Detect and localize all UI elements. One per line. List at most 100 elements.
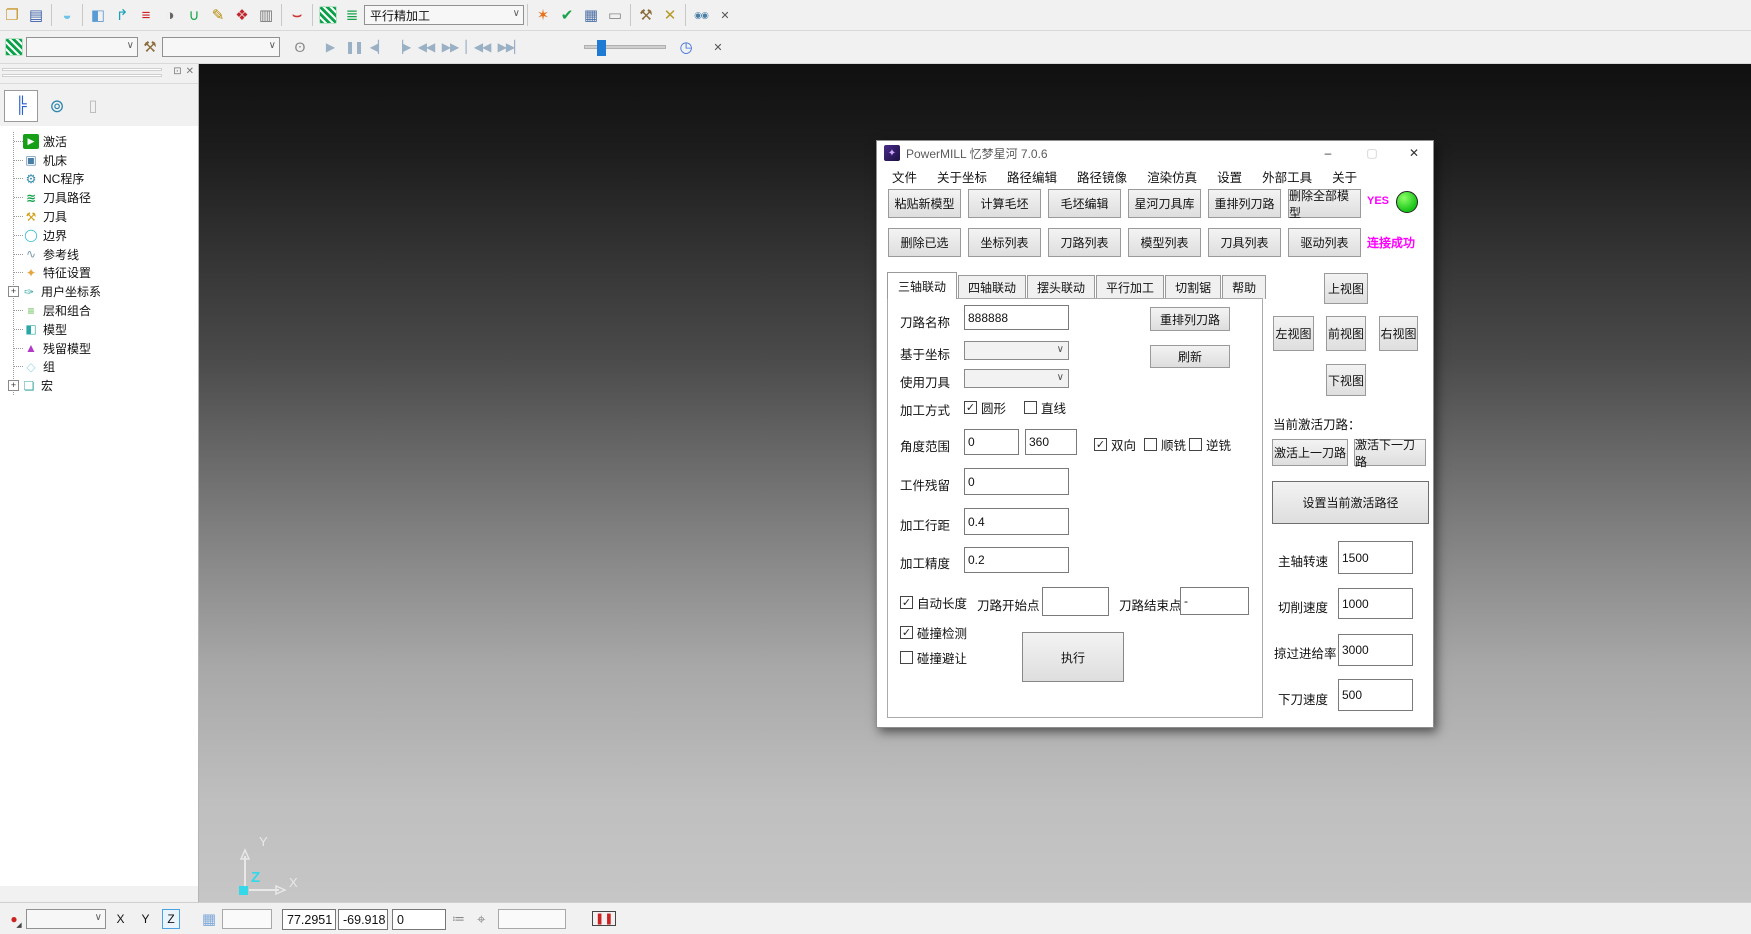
tree-item-feature-sets[interactable]: ✦特征设置	[14, 264, 198, 283]
strategy-dropdown[interactable]: 平行精加工 ∨	[364, 5, 524, 25]
coord-list-button[interactable]: 坐标列表	[968, 228, 1041, 257]
tab-parallel[interactable]: 平行加工	[1096, 275, 1164, 299]
angle-to-input[interactable]: 360	[1025, 429, 1077, 455]
rapid-heights-icon[interactable]: ≡	[134, 3, 158, 27]
checkbox-box[interactable]: ✓	[1094, 438, 1107, 451]
toolbar-close-icon[interactable]: ✕	[713, 3, 737, 27]
tolerance-input[interactable]: 0.2	[964, 547, 1069, 573]
both-direction-checkbox[interactable]: ✓ 双向	[1094, 435, 1136, 454]
step-forward-icon[interactable]: ▕▶	[390, 35, 414, 59]
set-active-path-button[interactable]: 设置当前激活路径	[1272, 481, 1429, 524]
tree-item-levels-sets[interactable]: ≡层和组合	[14, 301, 198, 320]
panel-header[interactable]: ⊡ ✕	[0, 64, 198, 84]
statusbar-dropdown[interactable]: ∨	[26, 909, 106, 929]
auto-length-checkbox[interactable]: ✓ 自动长度	[900, 593, 967, 612]
expand-icon[interactable]: +	[8, 286, 19, 297]
tool-holder-icon[interactable]: ▥	[254, 3, 278, 27]
block-icon[interactable]: ◧	[86, 3, 110, 27]
tab-explorer-world[interactable]: ⊚	[40, 90, 74, 122]
conventional-mill-checkbox[interactable]: 逆铣	[1189, 435, 1231, 454]
menu-external-tools[interactable]: 外部工具	[1252, 167, 1322, 186]
highlight-bulb-icon[interactable]: ʘ	[288, 35, 312, 59]
toolpath-name-input[interactable]: 888888	[964, 305, 1069, 330]
checkbox-box[interactable]: ✓	[900, 596, 913, 609]
view-front-button[interactable]: 前视图	[1326, 316, 1366, 351]
angle-from-input[interactable]: 0	[964, 429, 1019, 455]
tab-saw[interactable]: 切割锯	[1165, 275, 1221, 299]
menu-coordinates[interactable]: 关于坐标	[927, 167, 997, 186]
checkbox-box[interactable]	[1189, 438, 1202, 451]
circular-checkbox[interactable]: ✓ 圆形	[964, 398, 1006, 417]
axis-y-button[interactable]: Y	[137, 909, 154, 929]
block-edit-button[interactable]: 毛坯编辑	[1048, 189, 1121, 218]
reorder-toolpaths-button[interactable]: 重排列刀路	[1208, 189, 1281, 218]
leads-links-icon[interactable]: ∪	[182, 3, 206, 27]
line-checkbox[interactable]: 直线	[1024, 398, 1066, 417]
measure-icon[interactable]: ▭	[603, 3, 627, 27]
pattern-points-icon[interactable]: ❖	[230, 3, 254, 27]
refresh-button[interactable]: 刷新	[1150, 345, 1230, 368]
tree-item-models[interactable]: ◧模型	[14, 320, 198, 339]
panel-pin-icon[interactable]: ⊡	[173, 66, 181, 77]
slider-handle[interactable]	[597, 40, 606, 56]
tablet-pause-icon[interactable]: ❚❚	[592, 911, 616, 926]
view-top-button[interactable]: 上视图	[1324, 273, 1368, 304]
delete-all-models-button[interactable]: 删除全部模型	[1288, 189, 1361, 218]
workplane-field[interactable]	[498, 909, 566, 929]
menu-render-sim[interactable]: 渲染仿真	[1137, 167, 1207, 186]
start-point-icon[interactable]: ◑	[158, 3, 182, 27]
grid-size-field[interactable]	[222, 909, 272, 929]
view-left-button[interactable]: 左视图	[1273, 316, 1314, 351]
climb-mill-checkbox[interactable]: 顺铣	[1144, 435, 1186, 454]
checkbox-box[interactable]	[1024, 401, 1037, 414]
toolpath-list-button[interactable]: 刀路列表	[1048, 228, 1121, 257]
calculator-icon[interactable]: ▦	[579, 3, 603, 27]
paste-new-model-button[interactable]: 粘贴新模型	[888, 189, 961, 218]
workplane-locator-icon[interactable]: ⌖	[477, 911, 485, 928]
axis-z-button[interactable]: Z	[162, 909, 180, 929]
tab-help[interactable]: 帮助	[1222, 275, 1266, 299]
tree-item-tools[interactable]: ⚒刀具	[14, 207, 198, 226]
tab-4axis[interactable]: 四轴联动	[958, 275, 1026, 299]
collision-avoid-checkbox[interactable]: 碰撞避让	[900, 648, 967, 667]
toolpath-logo-icon[interactable]	[316, 3, 340, 27]
minimize-button[interactable]: –	[1313, 141, 1343, 165]
tree-item-nc-programs[interactable]: ⚙NC程序	[14, 170, 198, 189]
tab-tilt-head[interactable]: 摆头联动	[1027, 275, 1095, 299]
tree-item-patterns[interactable]: ∿参考线	[14, 245, 198, 264]
spindle-speed-input[interactable]: 1500	[1338, 541, 1413, 574]
menu-path-edit[interactable]: 路径编辑	[997, 167, 1067, 186]
clock-icon[interactable]: ◷	[674, 35, 698, 59]
view-right-button[interactable]: 右视图	[1379, 316, 1418, 351]
viewmill-cylinders-icon[interactable]: ◉◉	[689, 3, 713, 27]
edit-toolpath-icon[interactable]: ✎	[206, 3, 230, 27]
pause-icon[interactable]: ❚❚	[342, 35, 366, 59]
tree-item-machine-tool[interactable]: ▣机床	[14, 151, 198, 170]
tree-item-groups[interactable]: ◇组	[14, 358, 198, 377]
axis-x-button[interactable]: X	[112, 909, 129, 929]
menu-file[interactable]: 文件	[882, 167, 927, 186]
checkbox-box[interactable]: ✓	[964, 401, 977, 414]
open-project-icon[interactable]: ❐	[0, 3, 24, 27]
tab-explorer-tree[interactable]: ╠	[4, 90, 38, 122]
menu-settings[interactable]: 设置	[1207, 167, 1252, 186]
simulation-speed-slider[interactable]	[584, 45, 666, 49]
xyz-list-icon[interactable]: ≔	[452, 911, 465, 927]
go-to-end-icon[interactable]: ▶▶▏	[494, 35, 526, 59]
collision-check-checkbox[interactable]: ✓ 碰撞检测	[900, 623, 967, 642]
use-tool-dropdown[interactable]: ∨	[964, 369, 1069, 388]
cutting-feed-input[interactable]: 1000	[1338, 588, 1413, 619]
reorder-toolpath-button[interactable]: 重排列刀路	[1150, 307, 1230, 331]
delete-entity-icon[interactable]: ◒	[55, 3, 79, 27]
dialog-titlebar[interactable]: ✦ PowerMILL 忆梦星河 7.0.6 – ▢ ✕	[877, 141, 1433, 165]
tree-item-macros[interactable]: +❏宏	[14, 376, 198, 395]
simulation-tool-dropdown[interactable]: ∨	[162, 37, 280, 57]
skim-feed-input[interactable]: 3000	[1338, 634, 1413, 666]
execute-button[interactable]: 执行	[1022, 632, 1124, 682]
tool-list-button[interactable]: 刀具列表	[1208, 228, 1281, 257]
tab-explorer-recycle[interactable]: ▯	[76, 90, 110, 122]
go-to-start-icon[interactable]: ▏◀◀	[462, 35, 494, 59]
step-back-icon[interactable]: ◀▏	[366, 35, 390, 59]
tab-3axis[interactable]: 三轴联动	[887, 272, 957, 299]
stepover-input[interactable]: 0.4	[964, 508, 1069, 535]
